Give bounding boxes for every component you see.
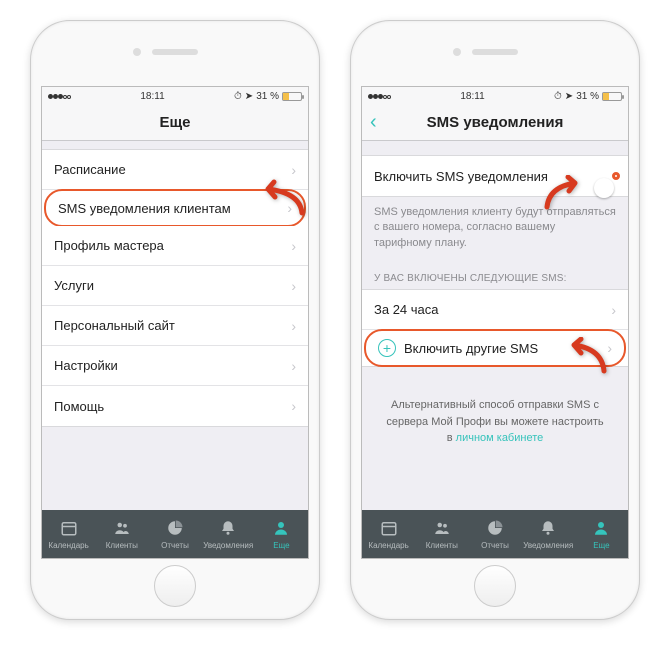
row-label: SMS уведомления клиентам (58, 201, 231, 216)
tab-icon (218, 519, 238, 539)
row-label: Расписание (54, 162, 126, 177)
tab-label: Отчеты (481, 541, 509, 550)
tab-label: Уведомления (203, 541, 253, 550)
chevron-right-icon: › (291, 318, 296, 334)
chevron-right-icon: › (291, 162, 296, 178)
tab-label: Клиенты (426, 541, 458, 550)
tab-отчеты[interactable]: Отчеты (148, 510, 201, 558)
alarm-icon: ⏱ (554, 91, 562, 102)
menu-row-5[interactable]: Настройки › (42, 346, 308, 386)
status-time: 18:11 (460, 91, 484, 102)
tab-icon (538, 519, 558, 539)
tab-уведомления[interactable]: Уведомления (522, 510, 575, 558)
battery-icon (602, 92, 622, 101)
tab-отчеты[interactable]: Отчеты (468, 510, 521, 558)
hint-text: SMS уведомления клиенту будут отправлять… (362, 197, 628, 259)
tab-icon (379, 519, 399, 539)
home-button[interactable] (154, 565, 196, 607)
tab-label: Еще (273, 541, 289, 550)
chevron-right-icon: › (291, 238, 296, 254)
tab-клиенты[interactable]: Клиенты (415, 510, 468, 558)
callout-arrow-icon (260, 179, 306, 224)
phone-frame-right: 18:11 ⏱ ➤ 31 % ‹ SMS уведомления Включит… (350, 20, 640, 620)
tab-label: Уведомления (523, 541, 573, 550)
row-label: Услуги (54, 278, 94, 293)
battery-pct: 31 % (256, 91, 279, 102)
status-bar: 18:11 ⏱ ➤ 31 % (42, 87, 308, 105)
tab-icon (165, 519, 185, 539)
callout-circle (612, 172, 620, 180)
nav-bar: ‹ SMS уведомления (362, 105, 628, 141)
tab-label: Клиенты (106, 541, 138, 550)
tab-label: Еще (593, 541, 609, 550)
battery-icon (282, 92, 302, 101)
nav-bar: Еще (42, 105, 308, 141)
tab-label: Календарь (368, 541, 408, 550)
tab-icon (485, 519, 505, 539)
page-title: SMS уведомления (427, 114, 564, 131)
row-label: Настройки (54, 358, 118, 373)
tab-еще[interactable]: Еще (575, 510, 628, 558)
row-label: Персональный сайт (54, 318, 175, 333)
battery-pct: 31 % (576, 91, 599, 102)
menu-row-2[interactable]: Профиль мастера › (42, 226, 308, 266)
row-24h[interactable]: За 24 часа › (362, 290, 628, 330)
alt-info-text: Альтернативный способ отправки SMS с сер… (362, 367, 628, 477)
row-label: Включить SMS уведомления (374, 169, 548, 184)
tab-icon (271, 519, 291, 539)
page-title: Еще (159, 114, 190, 131)
home-button[interactable] (474, 565, 516, 607)
plus-circle-icon: + (378, 339, 396, 357)
row-label: Помощь (54, 399, 104, 414)
tab-календарь[interactable]: Календарь (362, 510, 415, 558)
row-label: Включить другие SMS (404, 341, 538, 356)
tab-календарь[interactable]: Календарь (42, 510, 95, 558)
callout-arrow-icon (568, 337, 610, 380)
chevron-right-icon: › (291, 358, 296, 374)
location-icon: ➤ (245, 91, 253, 102)
tab-еще[interactable]: Еще (255, 510, 308, 558)
menu-row-6[interactable]: Помощь › (42, 386, 308, 426)
phone-frame-left: 18:11 ⏱ ➤ 31 % Еще Расписание › SMS уведом… (30, 20, 320, 620)
tab-bar: Календарь Клиенты Отчеты Уведомления Еще (362, 510, 628, 558)
row-label: За 24 часа (374, 302, 439, 317)
chevron-right-icon: › (291, 398, 296, 414)
tab-icon (59, 519, 79, 539)
tab-icon (112, 519, 132, 539)
row-enable-sms[interactable]: Включить SMS уведомления (362, 156, 628, 196)
alarm-icon: ⏱ (234, 91, 242, 102)
location-icon: ➤ (565, 91, 573, 102)
section-header: У ВАС ВКЛЮЧЕНЫ СЛЕДУЮЩИЕ SMS: (362, 259, 628, 289)
menu-row-3[interactable]: Услуги › (42, 266, 308, 306)
tab-label: Отчеты (161, 541, 189, 550)
link-cabinet[interactable]: личном кабинете (456, 432, 544, 444)
tab-bar: Календарь Клиенты Отчеты Уведомления Еще (42, 510, 308, 558)
tab-icon (591, 519, 611, 539)
status-time: 18:11 (140, 91, 164, 102)
tab-icon (432, 519, 452, 539)
status-bar: 18:11 ⏱ ➤ 31 % (362, 87, 628, 105)
tab-label: Календарь (48, 541, 88, 550)
menu-row-4[interactable]: Персональный сайт › (42, 306, 308, 346)
back-button[interactable]: ‹ (370, 111, 377, 134)
chevron-right-icon: › (611, 302, 616, 318)
callout-arrow-icon (541, 175, 583, 216)
chevron-right-icon: › (291, 278, 296, 294)
row-label: Профиль мастера (54, 238, 164, 253)
tab-уведомления[interactable]: Уведомления (202, 510, 255, 558)
tab-клиенты[interactable]: Клиенты (95, 510, 148, 558)
